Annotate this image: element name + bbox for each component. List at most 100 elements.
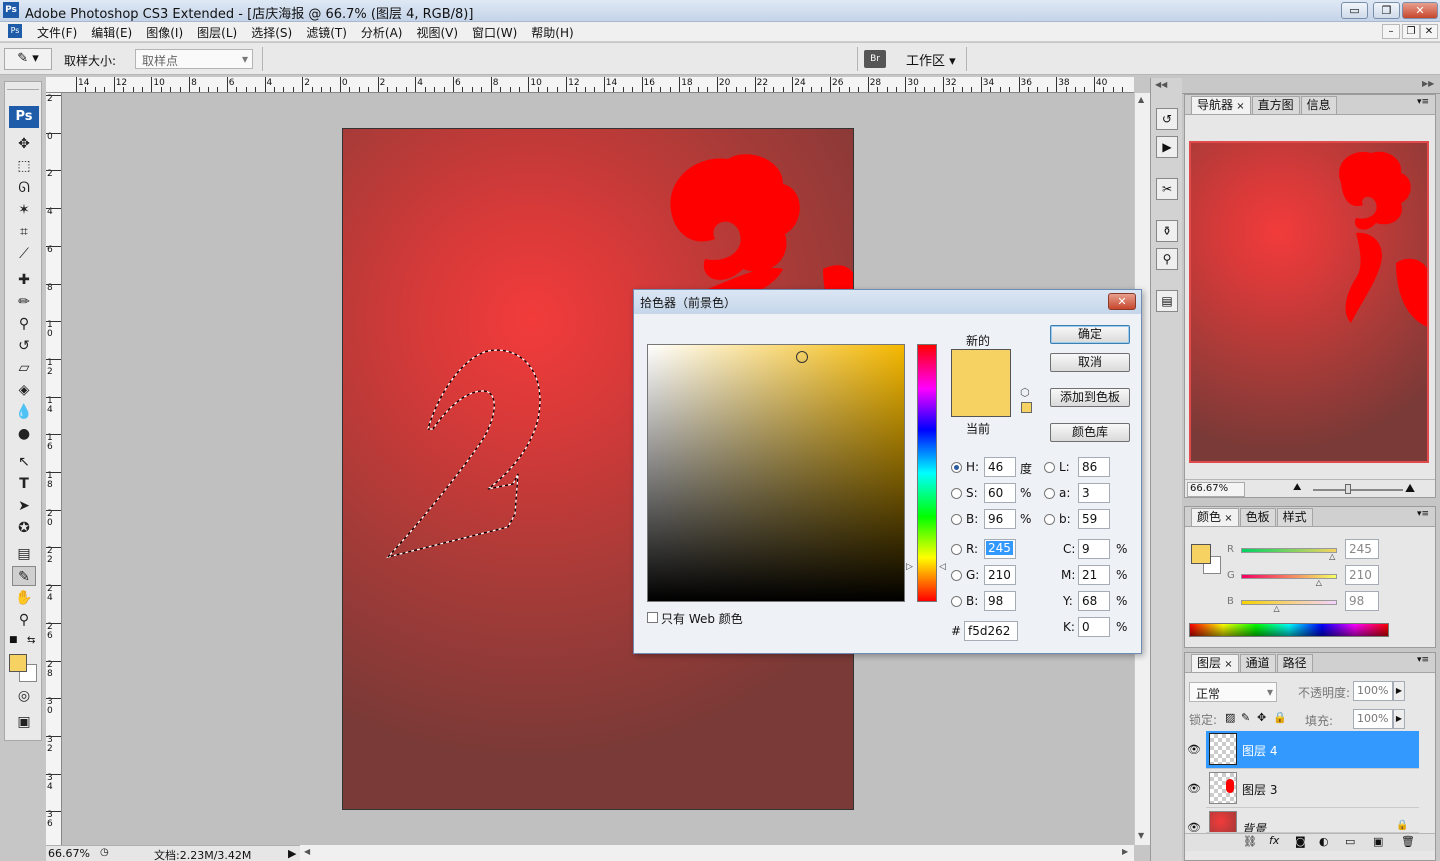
adjustment-layer-icon[interactable]: ◐ — [1319, 835, 1329, 848]
panel-tab[interactable]: 直方图 — [1251, 96, 1300, 114]
radio-blue[interactable] — [951, 596, 962, 607]
hue-slider[interactable] — [917, 344, 937, 602]
new-layer-icon[interactable]: ▣ — [1373, 835, 1383, 848]
move-tool-icon[interactable]: ✥ — [12, 134, 36, 154]
c-field[interactable]: 9 — [1078, 539, 1110, 559]
color-b-slider[interactable] — [1241, 600, 1337, 605]
sample-size-select[interactable]: 取样点 ▾ — [135, 49, 253, 69]
eyedropper-preset-icon[interactable]: ✎ ▾ — [4, 48, 52, 70]
dock-header[interactable]: ▶▶ — [1182, 78, 1440, 94]
menu-item[interactable]: 图像(I) — [139, 24, 190, 41]
radio-l[interactable] — [1044, 462, 1055, 473]
magic-wand-tool-icon[interactable]: ✶ — [12, 200, 36, 220]
panel-tab[interactable]: 路径 — [1276, 654, 1313, 672]
lab-b-field[interactable]: 59 — [1078, 509, 1110, 529]
marquee-tool-icon[interactable]: ⬚ — [12, 156, 36, 176]
new-group-icon[interactable]: ▭ — [1345, 835, 1355, 848]
radio-g[interactable] — [951, 570, 962, 581]
horizontal-ruler[interactable]: 14 12 10 8 6 4 2 0 2 4 6 8 10 12 14 16 18 20 22 24 26 28 30 32 3… — [46, 77, 1134, 93]
color-libraries-button[interactable]: 颜色库 — [1050, 423, 1130, 442]
panel-tab[interactable]: 信息 — [1300, 96, 1337, 114]
navigator-preview[interactable] — [1189, 141, 1429, 463]
zoom-slider-track[interactable] — [1313, 489, 1403, 491]
m-field[interactable]: 21 — [1078, 565, 1110, 585]
menu-item[interactable]: 图层(L) — [190, 24, 244, 41]
lasso-tool-icon[interactable]: ᘏ — [12, 178, 36, 198]
menu-item[interactable]: 编辑(E) — [84, 24, 139, 41]
color-field-cursor[interactable] — [796, 351, 808, 363]
color-g-slider[interactable] — [1241, 574, 1337, 579]
layer-name[interactable]: 图层 3 — [1242, 781, 1277, 798]
layer-comps-panel-icon[interactable]: ▤ — [1156, 290, 1178, 312]
blue-field[interactable]: 98 — [984, 591, 1016, 611]
close-tab-icon[interactable]: × — [1233, 101, 1244, 112]
current-color-swatch[interactable] — [951, 383, 1011, 417]
color-g-field[interactable]: 210 — [1345, 565, 1379, 585]
restore-button[interactable]: ❐ — [1373, 2, 1400, 19]
dialog-close-button[interactable]: ✕ — [1108, 293, 1136, 310]
default-colors-icon[interactable]: ■ — [9, 635, 18, 645]
notes-tool-icon[interactable]: ▤ — [12, 544, 36, 564]
color-r-slider-thumb[interactable]: △ — [1329, 552, 1335, 561]
doc-restore-button[interactable]: ❐ — [1402, 24, 1420, 39]
layers-panel-menu-icon[interactable]: ▾≡ — [1417, 655, 1429, 665]
radio-a[interactable] — [1044, 488, 1055, 499]
panel-menu-icon[interactable]: ▾≡ — [1417, 97, 1429, 107]
panel-tab[interactable]: 图层 × — [1191, 654, 1239, 672]
color-spectrum-bar[interactable] — [1189, 623, 1389, 637]
color-panel-fg-swatch[interactable] — [1191, 544, 1211, 564]
layer-name[interactable]: 图层 4 — [1242, 742, 1277, 759]
crop-tool-icon[interactable]: ⌗ — [12, 222, 36, 242]
workspace-menu[interactable]: 工作区 ▾ — [906, 50, 956, 69]
minimize-button[interactable]: ▭ — [1341, 2, 1368, 19]
fill-field[interactable]: 100% — [1353, 709, 1393, 729]
slice-tool-icon[interactable]: ⟋ — [12, 244, 36, 264]
navigator-zoom-field[interactable]: 66.67% — [1187, 482, 1245, 497]
lock-all-icon[interactable]: 🔒 — [1273, 711, 1287, 724]
actions-panel-icon[interactable]: ▶ — [1156, 136, 1178, 158]
ok-button[interactable]: 确定 — [1050, 325, 1130, 344]
healing-brush-tool-icon[interactable]: ✚ — [12, 270, 36, 290]
doc-close-button[interactable]: ✕ — [1420, 24, 1438, 39]
color-r-field[interactable]: 245 — [1345, 539, 1379, 559]
panel-tab[interactable]: 导航器 × — [1191, 96, 1251, 114]
panel-tab[interactable]: 样式 — [1276, 508, 1313, 526]
k-field[interactable]: 0 — [1078, 617, 1110, 637]
toolbox-grip[interactable] — [7, 84, 39, 90]
collapse-dock-icon[interactable]: ◀◀ — [1155, 80, 1167, 89]
layer-row[interactable]: 图层 3 — [1206, 770, 1419, 808]
zoom-slider-thumb[interactable] — [1345, 484, 1351, 494]
scroll-left-icon[interactable]: ◀ — [304, 847, 310, 856]
foreground-color-swatch[interactable] — [9, 654, 27, 672]
delete-layer-icon[interactable]: 🗑 — [1401, 835, 1415, 848]
expand-dock-icon[interactable]: ▶▶ — [1422, 79, 1434, 88]
brush-tool-icon[interactable]: ✏ — [12, 292, 36, 312]
hue-slider-right-arrow-icon[interactable]: ◁ — [939, 562, 946, 572]
custom-shape-tool-icon[interactable]: ✪ — [12, 518, 36, 538]
clone-source-panel-icon[interactable]: ⚲ — [1156, 248, 1178, 270]
dodge-tool-icon[interactable]: ● — [12, 424, 36, 444]
color-b-field[interactable]: 98 — [1345, 591, 1379, 611]
hex-field[interactable]: f5d262 — [964, 621, 1018, 641]
menu-item[interactable]: 滤镜(T) — [299, 24, 354, 41]
status-menu-arrow-icon[interactable]: ▶ — [288, 847, 296, 860]
eye-icon[interactable]: 👁 — [1184, 779, 1204, 799]
eyedropper-tool-icon[interactable]: ✎ — [12, 566, 36, 586]
web-safe-swatch[interactable] — [1021, 402, 1032, 413]
history-panel-icon[interactable]: ↺ — [1156, 108, 1178, 130]
status-zoom[interactable]: 66.67% — [48, 847, 90, 860]
a-field[interactable]: 3 — [1078, 483, 1110, 503]
layer-row[interactable]: 背景 🔒 — [1206, 809, 1419, 833]
color-b-slider-thumb[interactable]: △ — [1273, 604, 1279, 613]
color-r-slider[interactable] — [1241, 548, 1337, 553]
document-icon[interactable]: Ps — [8, 24, 22, 38]
fill-arrow-icon[interactable]: ▶ — [1393, 709, 1405, 729]
panel-tab[interactable]: 色板 — [1239, 508, 1276, 526]
status-info-icon[interactable]: ◷ — [100, 847, 109, 858]
screen-mode-icon[interactable]: ▣ — [12, 712, 36, 732]
eye-icon[interactable]: 👁 — [1184, 740, 1204, 760]
bridge-icon[interactable]: Br — [864, 50, 886, 68]
menu-item[interactable]: 选择(S) — [244, 24, 299, 41]
hand-tool-icon[interactable]: ✋ — [12, 588, 36, 608]
brightness-field[interactable]: 96 — [984, 509, 1016, 529]
